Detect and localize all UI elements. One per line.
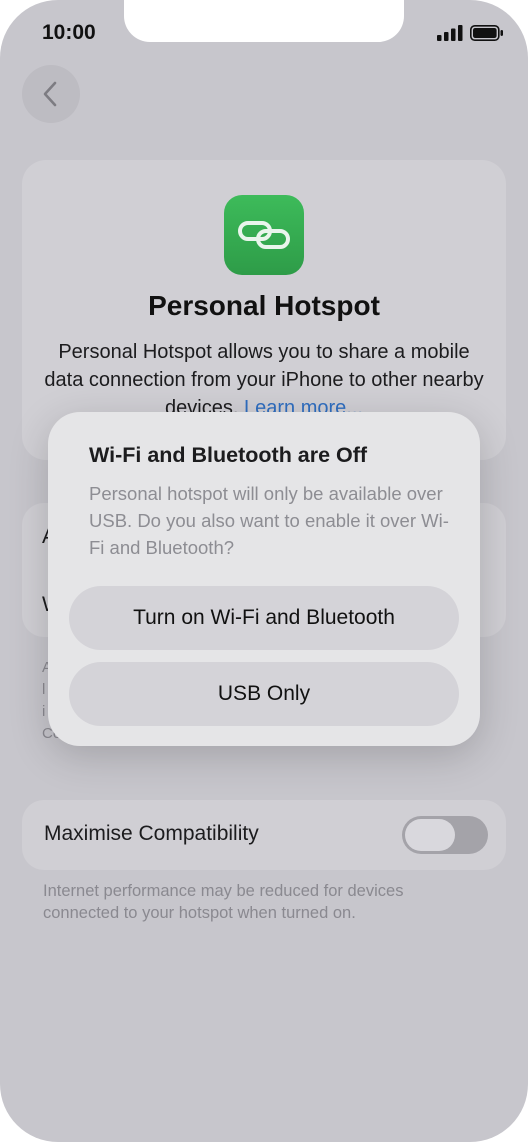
alert-dialog: Wi-Fi and Bluetooth are Off Personal hot… <box>48 412 480 746</box>
maximise-compatibility-label: Maximise Compatibility <box>44 822 259 845</box>
compatibility-footer: Internet performance may be reduced for … <box>43 882 404 922</box>
link-chain-icon <box>238 221 290 249</box>
maximise-compatibility-toggle[interactable] <box>402 816 488 854</box>
personal-hotspot-app-icon <box>224 195 304 275</box>
usb-only-button[interactable]: USB Only <box>69 662 459 726</box>
dialog-title: Wi-Fi and Bluetooth are Off <box>89 443 368 467</box>
status-time: 10:00 <box>42 21 96 44</box>
page-description: Personal Hotspot allows you to share a m… <box>40 338 488 422</box>
dialog-message: Personal hotspot will only be available … <box>89 483 449 558</box>
battery-icon <box>470 25 503 41</box>
page-title: Personal Hotspot <box>148 290 380 321</box>
screen: 10:00 Personal Hotspot Personal Hotspot … <box>0 0 528 1142</box>
notch <box>124 0 404 42</box>
turn-on-wifi-bluetooth-button[interactable]: Turn on Wi-Fi and Bluetooth <box>69 586 459 650</box>
toggle-knob <box>405 819 455 851</box>
cellular-signal-icon <box>437 25 463 41</box>
chevron-left-icon <box>43 81 57 107</box>
maximise-compatibility-row[interactable]: Maximise Compatibility <box>22 800 506 870</box>
back-button[interactable] <box>22 65 80 123</box>
